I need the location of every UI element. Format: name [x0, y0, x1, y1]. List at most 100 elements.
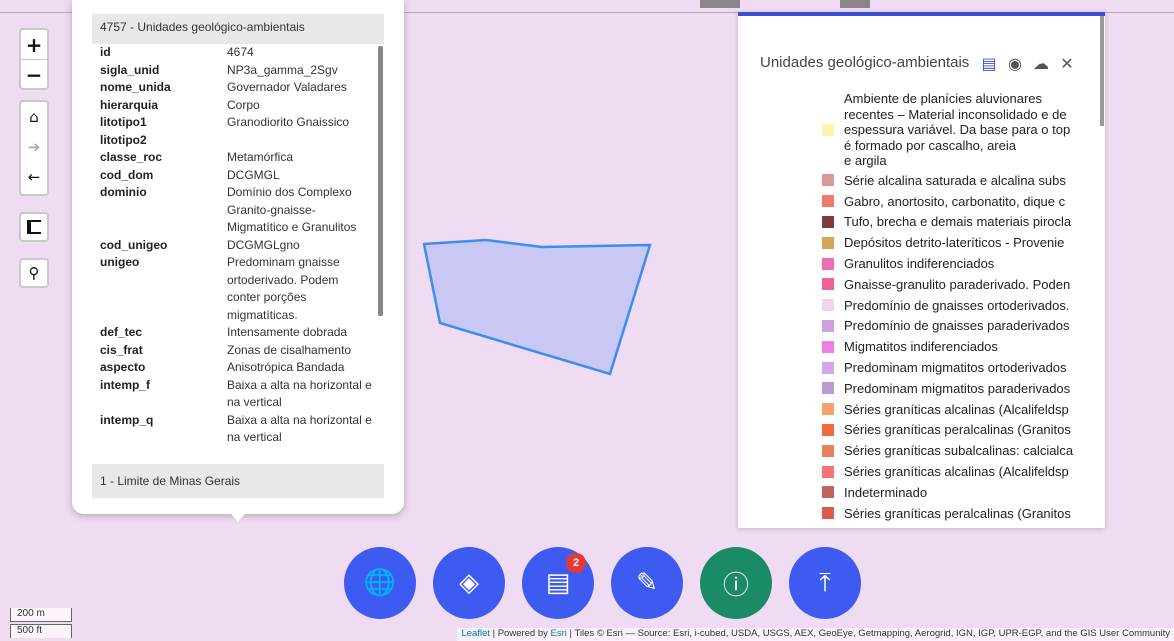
- legend-item-label: Migmatitos indiferenciados: [844, 339, 998, 355]
- attribute-row: aspecto Anisotrópica Bandada: [92, 359, 384, 377]
- globe-icon: 🌐: [363, 568, 397, 598]
- attribute-row: def_tec Intensamente dobrada: [92, 324, 384, 342]
- legend-item: Predominam migmatitos paraderivados: [822, 378, 1100, 399]
- attribute-key: id: [100, 45, 111, 59]
- arrow-left-icon: ←: [27, 168, 41, 186]
- legend-item: Predomínio de gnaisses paraderivados: [822, 316, 1100, 337]
- legend-swatch: [822, 340, 834, 353]
- attribute-key: nome_unida: [100, 80, 171, 94]
- legend-panel: Unidades geológico-ambientais ▤ ◉ ☁ ✕ Am…: [738, 12, 1105, 528]
- close-icon[interactable]: ✕: [1058, 54, 1076, 73]
- attribute-value: Corpo: [227, 97, 260, 112]
- eye-icon[interactable]: ◉: [1006, 54, 1024, 73]
- attribute-value: NP3a_gamma_2Sgv: [227, 62, 338, 77]
- popup-scrollbar[interactable]: [378, 46, 383, 316]
- legend-item: Séries graníticas alcalinas (Alcalifelds…: [822, 461, 1100, 482]
- attribute-value: Domínio dos Complexo Granito-gnaisse-Mig…: [227, 185, 357, 234]
- home-button[interactable]: ⌂: [21, 102, 47, 132]
- legend-item-label: Séries graníticas subalcalinas: calcialc…: [844, 526, 1073, 528]
- attribute-key: cod_unigeo: [100, 237, 168, 252]
- cloud-download-icon[interactable]: ☁: [1032, 54, 1050, 73]
- attribute-value: Metamórfica: [227, 150, 294, 164]
- attribute-key: aspecto: [100, 360, 146, 374]
- zoom-in-button[interactable]: +: [21, 30, 47, 59]
- attribute-value: Anisotrópica Bandada: [227, 360, 345, 374]
- attribute-value: Baixa a alta na horizontal e na vertical: [227, 377, 372, 410]
- legend-list-icon[interactable]: ▤: [980, 54, 998, 73]
- legend-item-label: Séries graníticas subalcalinas: calcialc…: [844, 443, 1074, 459]
- notification-badge: 2: [566, 553, 586, 573]
- forward-button[interactable]: ➔: [21, 132, 47, 162]
- attribute-row: sigla_unid NP3a_gamma_2Sgv: [92, 62, 384, 80]
- back-button[interactable]: ←: [21, 162, 47, 192]
- attribute-value: Granodiorito Gnaissico: [227, 115, 350, 129]
- legend-swatch: [822, 236, 834, 249]
- legend-item: Série alcalina saturada e alcalina subs: [822, 170, 1100, 191]
- legend-item: Séries graníticas subalcalinas: calcialc…: [822, 440, 1100, 461]
- legend-swatch: [822, 382, 834, 395]
- legend-item: Séries graníticas subalcalinas: calcialc…: [822, 524, 1100, 528]
- legend-swatch: [822, 486, 834, 499]
- attribute-row: litotipo2: [92, 132, 384, 150]
- attribute-row: intemp_f Baixa a alta na horizontal e na …: [92, 377, 384, 412]
- attribute-row: cod_dom DCGMGL: [92, 167, 384, 185]
- legend-item-label: Série alcalina saturada e alcalina subs: [844, 172, 1066, 188]
- legend-item: Migmatitos indiferenciados: [822, 336, 1100, 357]
- attribute-key: intemp_f: [100, 377, 151, 392]
- selected-feature-polygon[interactable]: [422, 238, 652, 376]
- layers-icon: ◈: [459, 568, 479, 598]
- attribute-row: hierarquia Corpo: [92, 97, 384, 115]
- attribute-row: dominio Domínio dos Complexo Granito-gnai…: [92, 184, 384, 237]
- legend-item: Séries graníticas peralcalinas (Granitos: [822, 420, 1100, 441]
- popup-footer[interactable]: 1 - Limite de Minas Gerais: [92, 464, 384, 498]
- attribute-row: cod_unigeo DCGMGLgno: [92, 237, 384, 255]
- edit-tag-button[interactable]: ✎: [611, 547, 683, 619]
- attribute-row: litotipo1 Granodiorito Gnaissico: [92, 114, 384, 132]
- legend-item: Predominam migmatitos ortoderivados: [822, 357, 1100, 378]
- attribute-value: DCGMGL: [227, 167, 280, 182]
- attribute-key: sigla_unid: [100, 62, 160, 77]
- legend-scrollbar[interactable]: [1100, 16, 1104, 126]
- alert-button[interactable]: ⓘ: [700, 547, 772, 619]
- popup-title: 4757 - Unidades geológico-ambientais: [92, 14, 384, 44]
- layers-button[interactable]: ◈: [433, 547, 505, 619]
- legend-item: Indeterminado: [822, 482, 1100, 503]
- legend-item: Granulitos indiferenciados: [822, 253, 1100, 274]
- list-button[interactable]: ▤ 2: [522, 547, 594, 619]
- legend-swatch: [822, 444, 834, 457]
- zoom-control: + −: [19, 28, 49, 90]
- attribution-text: | Powered by: [489, 628, 551, 639]
- attribute-key: classe_roc: [100, 150, 163, 164]
- attribute-key: cod_dom: [100, 167, 154, 182]
- legend-swatch: [822, 507, 834, 520]
- attribute-key: litotipo1: [100, 115, 147, 129]
- popup-attributes[interactable]: id 4674 sigla_unid NP3a_gamma_2Sgv nome_unid…: [92, 44, 384, 464]
- upload-button[interactable]: ⤒: [789, 547, 861, 619]
- legend-swatch: [822, 215, 834, 228]
- attribute-key: hierarquia: [100, 97, 159, 112]
- legend-item: Predomínio de gnaisses ortoderivados.: [822, 295, 1100, 316]
- scale-imperial: 500 ft: [10, 624, 72, 638]
- legend-title: Unidades geológico-ambientais: [760, 54, 970, 71]
- select-box-button[interactable]: [19, 212, 49, 242]
- attribute-value: Zonas de cisalhamento: [227, 342, 352, 357]
- legend-item-label: Séries graníticas alcalinas (Alcalifelds…: [844, 401, 1069, 417]
- legend-swatch: [822, 465, 834, 478]
- search-button[interactable]: ⚲: [19, 258, 49, 288]
- legend-item-label: Depósitos detrito-lateríticos - Provenie: [844, 235, 1065, 251]
- leaflet-link[interactable]: Leaflet: [461, 628, 490, 639]
- legend-swatch: [822, 278, 834, 291]
- legend-item-label: Predomínio de gnaisses ortoderivados.: [844, 297, 1070, 313]
- map-attribution: Leaflet | Powered by Esri | Tiles © Esri…: [457, 628, 1174, 641]
- legend-item: Gnaisse-granulito paraderivado. Poden: [822, 274, 1100, 295]
- attribute-row: cis_frat Zonas de cisalhamento: [92, 342, 384, 360]
- esri-link[interactable]: Esri: [551, 628, 567, 639]
- popup-tip: [228, 510, 248, 522]
- attribute-value: Governador Valadares: [227, 80, 347, 94]
- legend-item-label: Granulitos indiferenciados: [844, 256, 995, 272]
- basemap-button[interactable]: 🌐: [344, 547, 416, 619]
- legend-list[interactable]: Ambiente de planícies aluvionares recent…: [822, 90, 1100, 528]
- legend-item: Séries graníticas alcalinas (Alcalifelds…: [822, 399, 1100, 420]
- zoom-out-button[interactable]: −: [21, 60, 47, 89]
- attribute-row: nome_unida Governador Valadares: [92, 79, 384, 97]
